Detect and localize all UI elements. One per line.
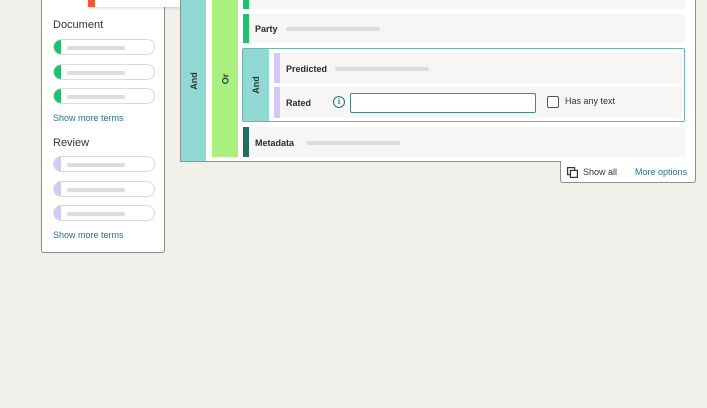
rated-label: Rated: [286, 98, 312, 108]
document-term-pill[interactable]: [53, 88, 155, 104]
has-any-text-label: Has any text: [565, 96, 616, 106]
term-placeholder: [67, 95, 125, 99]
more-options-link[interactable]: More options: [635, 167, 687, 177]
nested-and-operator-column[interactable]: And: [243, 49, 269, 121]
party-label: Party: [255, 24, 278, 34]
or-operator-label: Or: [219, 73, 230, 84]
term-placeholder: [67, 163, 125, 167]
review-section-title: Review: [53, 137, 90, 149]
review-term-pill[interactable]: [53, 205, 155, 221]
term-color-swatch: [54, 157, 61, 171]
term-accent-bar: [243, 127, 249, 157]
and-operator-label: And: [188, 71, 199, 90]
term-color-swatch: [54, 89, 61, 103]
term-row[interactable]: [243, 0, 685, 9]
term-accent-bar: [243, 0, 249, 9]
review-term-pill[interactable]: [53, 156, 155, 172]
builder-footer: Show all More options: [560, 161, 696, 183]
document-section-title: Document: [53, 19, 104, 31]
or-operator-column[interactable]: Or: [212, 0, 238, 157]
term-placeholder: [67, 46, 125, 50]
show-all-icon[interactable]: [567, 167, 578, 178]
document-show-more-link[interactable]: Show more terms: [53, 113, 124, 123]
show-all-button[interactable]: Show all: [583, 167, 617, 177]
term-color-swatch: [54, 206, 61, 220]
document-term-pill[interactable]: [53, 64, 155, 80]
has-any-text-checkbox[interactable]: [547, 96, 559, 108]
and-operator-column[interactable]: And: [181, 0, 206, 161]
term-sidebar: Document Show more terms Review Show mor…: [41, 0, 165, 253]
document-term-pill[interactable]: [53, 39, 155, 55]
metadata-label: Metadata: [255, 138, 295, 148]
dragged-term-chip[interactable]: [88, 0, 190, 7]
party-placeholder: [286, 27, 380, 31]
rated-text-input[interactable]: [350, 93, 536, 113]
term-accent-bar: [243, 14, 249, 43]
metadata-placeholder: [306, 141, 400, 145]
term-color-swatch: [54, 65, 61, 79]
predicted-label: Predicted: [286, 64, 328, 74]
review-show-more-link[interactable]: Show more terms: [53, 230, 124, 240]
nested-and-operator-label: And: [251, 76, 261, 94]
term-color-swatch: [54, 182, 61, 196]
term-color-swatch: [88, 0, 95, 7]
term-placeholder: [67, 71, 125, 75]
term-placeholder: [67, 188, 125, 192]
term-placeholder: [67, 212, 125, 216]
term-accent-bar: [274, 53, 280, 83]
review-term-pill[interactable]: [53, 181, 155, 197]
info-icon[interactable]: i: [333, 96, 345, 108]
term-color-swatch: [54, 40, 61, 54]
predicted-placeholder: [335, 67, 429, 71]
term-accent-bar: [274, 87, 280, 118]
